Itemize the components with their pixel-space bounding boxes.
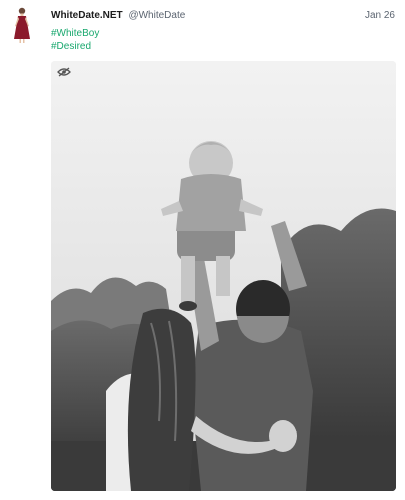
hide-media-button[interactable] <box>55 65 73 79</box>
avatar[interactable] <box>8 6 36 44</box>
post-card: WhiteDate.NET @WhiteDate Jan 26 #WhiteBo… <box>0 0 405 500</box>
eye-slash-icon <box>57 67 71 77</box>
hashtag-link[interactable]: #WhiteBoy <box>51 27 99 40</box>
family-photo <box>51 61 396 491</box>
display-name[interactable]: WhiteDate.NET <box>51 10 123 21</box>
post-content: #WhiteBoy #Desired <box>51 27 99 53</box>
media-attachment[interactable] <box>51 61 396 491</box>
woman-in-red-dress-avatar-icon <box>14 7 30 43</box>
account-handle[interactable]: @WhiteDate <box>128 10 185 21</box>
post-date[interactable]: Jan 26 <box>365 9 395 23</box>
hashtag-link[interactable]: #Desired <box>51 40 99 53</box>
post-header: WhiteDate.NET @WhiteDate Jan 26 <box>51 9 395 23</box>
